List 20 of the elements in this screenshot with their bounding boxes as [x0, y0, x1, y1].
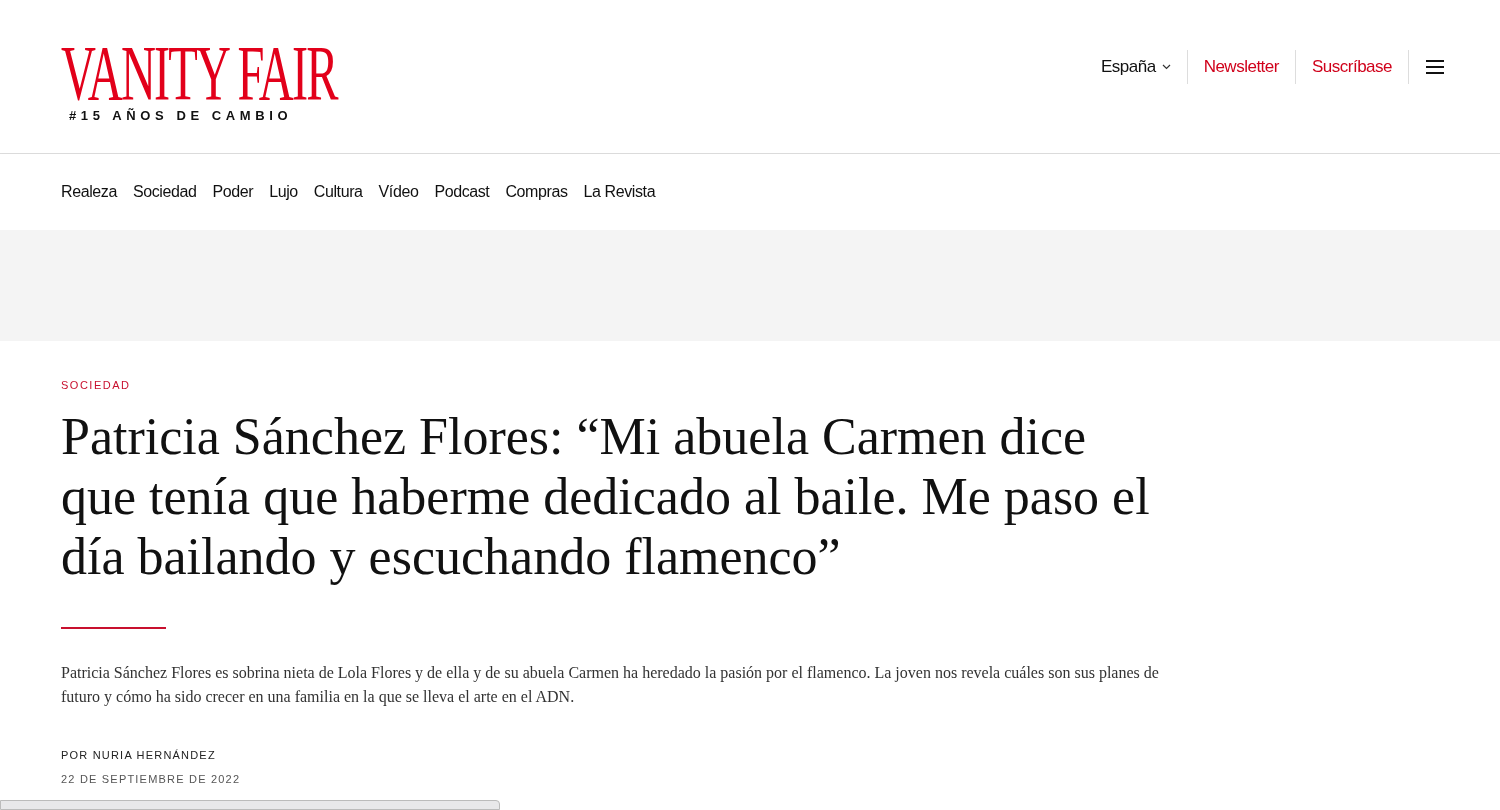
byline: POR NURIA HERNÁNDEZ — [61, 749, 217, 761]
nav-link[interactable]: Poder — [212, 183, 254, 201]
section-label[interactable]: SOCIEDAD — [61, 379, 1439, 391]
article-title: Patricia Sánchez Flores: “Mi abuela Carmen dice que tenía que haberme dedicado al baile. Me paso el día bailando y escuchando flamenco” — [61, 407, 1151, 587]
logo-tagline: #15 AÑOS DE CAMBIO — [69, 108, 293, 123]
nav-link[interactable]: Compras — [505, 183, 568, 201]
nav-link[interactable]: La Revista — [583, 183, 656, 201]
header-link[interactable]: Suscríbase — [1295, 57, 1408, 77]
caret-icon — [1161, 64, 1171, 70]
date: 22 DE SEPTIEMBRE DE 2022 — [61, 773, 242, 785]
nav-link[interactable]: Sociedad — [132, 183, 197, 201]
menu-icon[interactable] — [1426, 60, 1444, 74]
header-link[interactable]: Newsletter — [1187, 57, 1295, 77]
nav-link[interactable]: Podcast — [434, 183, 490, 201]
article-summary: Patricia Sánchez Flores es sobrina nieta de Lola Flores y de ella y de su abuela Carmen ha heredado la pasión por el flamenco. La joven nos revela cuáles son sus planes de futuro y cómo ha sido crecer en una familia en la que se lleva el arte en el ADN. — [61, 663, 1160, 708]
nav-link[interactable]: Realeza — [61, 183, 117, 201]
nav-link[interactable]: Lujo — [269, 183, 298, 201]
edition-dropdown[interactable]: España — [1100, 57, 1187, 77]
nav-link[interactable]: Cultura — [313, 183, 363, 201]
nav-link[interactable]: Vídeo — [378, 183, 419, 201]
